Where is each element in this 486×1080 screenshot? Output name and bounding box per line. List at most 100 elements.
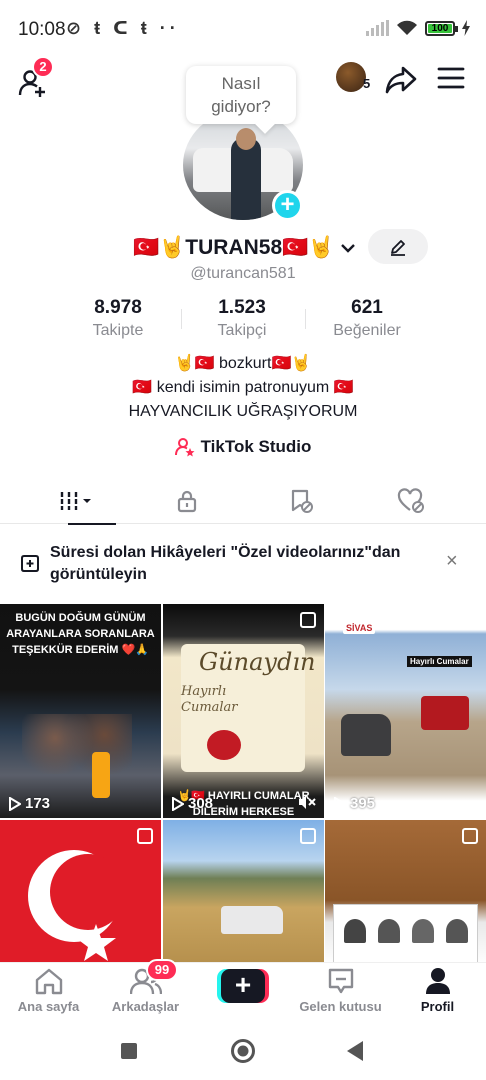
followers-count: 1.523 (218, 297, 266, 318)
video-overlay-location: SİVAS (343, 622, 376, 634)
video-photo (22, 714, 132, 774)
video-thumbnail[interactable] (325, 820, 486, 966)
video-thumbnail[interactable] (0, 820, 161, 966)
stat-following[interactable]: 8.978 Takipte (58, 297, 178, 340)
bio-line: 🤘🇹🇷 bozkurt🇹🇷🤘 (174, 355, 312, 372)
view-count-text: 173 (25, 795, 51, 812)
likes-label: Beğeniler (333, 322, 401, 339)
friends-badge: 99 (146, 959, 178, 981)
likes-count: 621 (351, 297, 383, 318)
share-icon[interactable] (384, 62, 418, 96)
battery-icon: 100 (425, 20, 458, 36)
username-handle: @turancan581 (190, 265, 296, 282)
heart-hidden-icon (397, 488, 424, 513)
grid-icon (60, 492, 91, 510)
multi-photo-icon (462, 828, 478, 844)
nav-profile[interactable]: Profil (389, 963, 486, 1025)
nav-friends-label: Arkadaşlar (111, 999, 180, 1014)
photo-car (341, 714, 391, 756)
photo-tractor (421, 696, 469, 730)
bio-line: HAYVANCILIK UĞRAŞIYORUM (128, 403, 358, 420)
play-icon (172, 796, 184, 811)
status-time: 10:08 (18, 19, 66, 40)
play-icon (9, 796, 21, 811)
edit-profile-button[interactable] (368, 229, 428, 264)
pencil-icon (391, 239, 405, 256)
play-icon (334, 796, 346, 811)
mute-icon[interactable] (298, 794, 316, 810)
status-bubble[interactable]: Nasıl gidiyor? (186, 66, 296, 124)
video-thumbnail[interactable]: Günaydın Hayırlı Cumalar 🤘🇹🇷 HAYIRLI CUM… (163, 604, 324, 818)
status-bar: 10:08 ⊘ ŧ ᑕ ŧ ·· 100 (0, 0, 486, 58)
video-thumbnail[interactable]: BUGÜN DOĞUM GÜNÜM ARAYANLARA SORANLARA T… (0, 604, 161, 818)
bio-line: 🇹🇷 kendi isimin patronuyum 🇹🇷 (132, 379, 354, 396)
view-count: 173 (8, 795, 50, 812)
video-overlay-title: Günaydın (199, 648, 316, 676)
menu-icon[interactable] (437, 66, 465, 90)
bubble-line2: gidiyor? (211, 97, 271, 116)
profile-bio: 🤘🇹🇷 bozkurt🇹🇷🤘 🇹🇷 kendi isimin patronuyu… (0, 352, 486, 424)
multi-photo-icon (300, 828, 316, 844)
nav-home-label: Ana sayfa (17, 999, 80, 1014)
video-thumbnail[interactable] (163, 820, 324, 966)
tiktok-studio-link[interactable]: TikTok Studio (0, 437, 486, 457)
video-thumbnail[interactable]: SİVAS Hayırlı Cumalar 395 (325, 604, 486, 818)
back-icon[interactable] (346, 1040, 364, 1062)
view-count: 308 (171, 795, 213, 812)
notice-text: Süresi dolan Hikâyeleri "Özel videoların… (50, 544, 401, 583)
tab-videos[interactable] (16, 478, 137, 525)
bottom-navigation: Ana sayfa Arkadaşlar 99 + Gelen kutusu P… (0, 959, 486, 1025)
bookmark-hidden-icon (291, 489, 313, 513)
chevron-down-icon (341, 244, 356, 253)
multi-photo-icon (300, 612, 316, 628)
inbox-icon (328, 968, 353, 994)
story-count: 5 (363, 76, 371, 91)
stat-followers[interactable]: 1.523 Takipçi (182, 297, 302, 340)
video-overlay-subtitle: Hayırlı Cumalar (181, 684, 238, 715)
view-count: 395 (333, 795, 375, 812)
nav-home[interactable]: Ana sayfa (0, 963, 97, 1025)
story-add-icon (21, 555, 39, 572)
studio-label: TikTok Studio (200, 437, 312, 456)
turkish-flag-crescent (28, 850, 126, 961)
recents-icon[interactable] (120, 1042, 138, 1060)
nav-inbox[interactable]: Gelen kutusu (292, 963, 389, 1025)
following-label: Takipte (92, 322, 144, 339)
add-story-button[interactable]: + (272, 190, 303, 221)
video-photo-bottle (92, 752, 110, 798)
video-overlay-text: Hayırlı Cumalar (407, 656, 472, 667)
expired-stories-notice[interactable]: Süresi dolan Hikâyeleri "Özel videoların… (0, 530, 486, 598)
stat-likes[interactable]: 621 Beğeniler (307, 297, 427, 340)
followers-label: Takipçi (217, 322, 267, 339)
tab-favorites[interactable] (240, 478, 361, 524)
home-icon (35, 968, 62, 995)
system-navigation-bar (0, 1024, 486, 1080)
nav-inbox-label: Gelen kutusu (299, 999, 382, 1014)
display-name: 🇹🇷🤘TURAN58🇹🇷🤘 (133, 236, 335, 259)
display-name-row[interactable]: 🇹🇷🤘TURAN58🇹🇷🤘 (133, 233, 356, 263)
profile-icon (425, 968, 450, 994)
signal-icon (366, 20, 389, 36)
view-count-text: 395 (350, 795, 376, 812)
multi-photo-icon (462, 612, 478, 628)
create-button[interactable]: + (217, 969, 269, 1003)
lock-icon (177, 490, 196, 513)
photo-ballot (333, 904, 478, 966)
home-circle-icon[interactable] (230, 1038, 256, 1064)
tab-private[interactable] (126, 478, 247, 524)
add-friend-button[interactable]: 2 (18, 56, 54, 97)
video-grid: BUGÜN DOĞUM GÜNÜM ARAYANLARA SORANLARA T… (0, 604, 486, 966)
wifi-icon (397, 20, 417, 35)
friend-requests-badge: 2 (32, 56, 54, 78)
battery-level: 100 (431, 22, 449, 34)
story-avatar[interactable] (336, 62, 366, 92)
following-count: 8.978 (94, 297, 142, 318)
close-notice-button[interactable]: × (446, 550, 458, 573)
tab-liked[interactable] (350, 478, 471, 524)
nav-profile-label: Profil (420, 999, 455, 1014)
create-plus-icon: + (221, 969, 265, 1003)
video-overlay-text: BUGÜN DOĞUM GÜNÜM ARAYANLARA SORANLARA T… (6, 612, 155, 656)
photo-van (221, 906, 283, 934)
profile-stats: 8.978 Takipte 1.523 Takipçi 621 Beğenile… (0, 297, 486, 343)
profile-tabs (0, 478, 486, 525)
